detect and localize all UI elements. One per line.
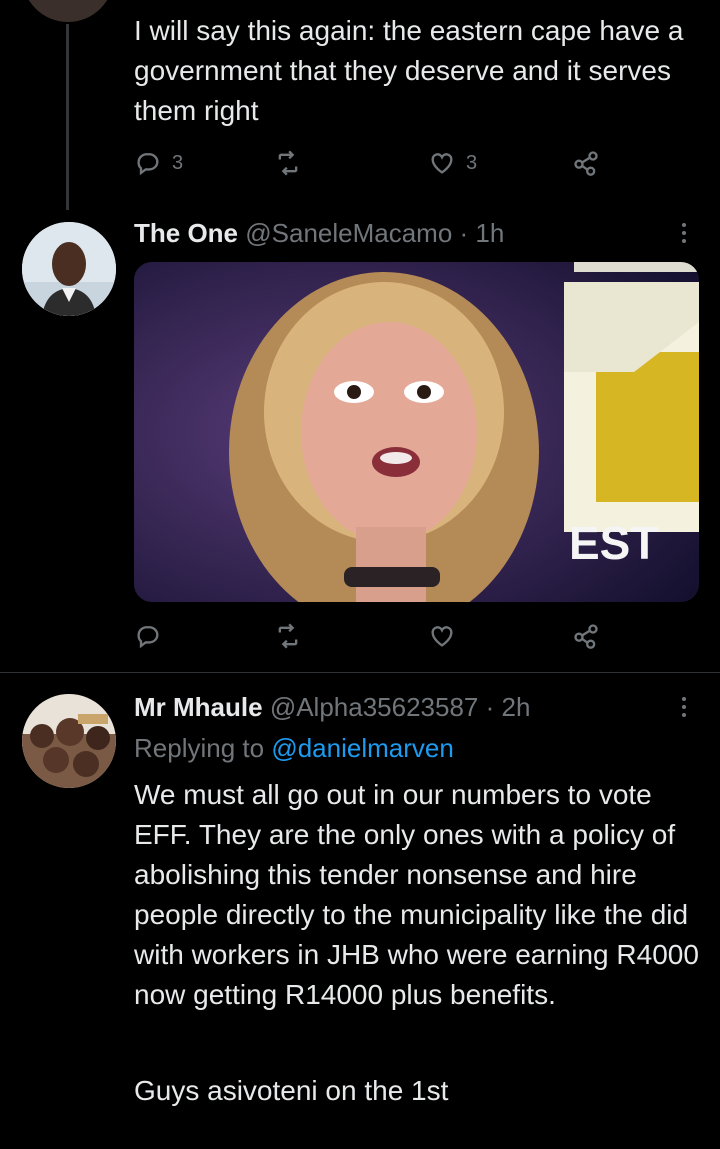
tweet-header: The One @SaneleMacamo · 1h [134, 216, 654, 250]
tweet-text-2: Guys asivoteni on the 1st [134, 1075, 449, 1106]
avatar[interactable] [22, 0, 114, 22]
share-icon [574, 624, 598, 649]
like-icon [431, 153, 453, 174]
display-name[interactable]: The One [134, 218, 238, 248]
mention-link[interactable]: @danielmarven [271, 733, 453, 763]
reply-button[interactable] [134, 622, 162, 650]
more-icon[interactable] [674, 690, 694, 724]
handle-time[interactable]: @SaneleMacamo · 1h [245, 218, 504, 248]
share-button[interactable] [572, 149, 600, 177]
like-button[interactable]: 3 [428, 149, 477, 177]
retweet-button[interactable] [274, 622, 302, 650]
tweet-actions [134, 618, 704, 654]
replying-to: Replying to @danielmarven [134, 731, 704, 765]
reply-count: 3 [172, 151, 184, 174]
thread-line [66, 24, 69, 210]
tweet-media[interactable]: EST [134, 262, 699, 602]
avatar-image [22, 694, 116, 788]
avatar[interactable] [22, 222, 116, 316]
share-button[interactable] [572, 622, 600, 650]
retweet-icon [278, 623, 298, 649]
like-count: 3 [466, 151, 478, 174]
like-icon [431, 626, 453, 647]
tweet-text: I will say this again: the eastern cape … [134, 15, 684, 126]
share-icon [574, 151, 598, 176]
avatar-image [22, 222, 116, 316]
avatar[interactable] [22, 694, 116, 788]
reply-icon [137, 153, 159, 176]
tweet-actions: 3 3 [134, 145, 704, 181]
reply-button[interactable]: 3 [134, 149, 183, 177]
tweet-text: We must all go out in our numbers to vot… [134, 779, 699, 1010]
media-caption: EST [569, 517, 658, 569]
handle-time[interactable]: @Alpha35623587 · 2h [270, 692, 531, 722]
like-button[interactable] [428, 622, 456, 650]
more-icon[interactable] [674, 216, 694, 250]
reply-icon [137, 626, 159, 649]
divider [0, 672, 720, 673]
retweet-button[interactable] [274, 149, 302, 177]
tweet-header: Mr Mhaule @Alpha35623587 · 2h [134, 690, 654, 724]
replying-label: Replying to [134, 733, 272, 763]
display-name[interactable]: Mr Mhaule [134, 692, 263, 722]
retweet-icon [278, 150, 298, 176]
media-image: EST [134, 262, 699, 602]
